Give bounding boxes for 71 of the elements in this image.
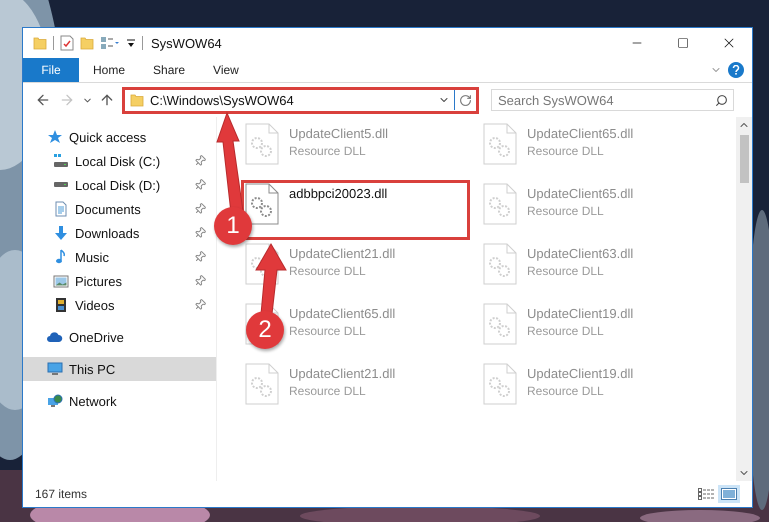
folder-icon [33,36,47,50]
ribbon-tab[interactable]: Share [139,58,200,82]
scrollbar[interactable] [736,117,752,481]
picture-icon [53,273,69,289]
details-view-icon[interactable] [698,488,716,500]
file-name: UpdateClient63.dll [527,246,634,261]
properties-icon[interactable] [60,35,74,51]
sidebar-item[interactable]: Local Disk (D:) [23,173,216,197]
sidebar-item[interactable]: Quick access [23,125,216,149]
dll-file-icon [483,243,517,285]
file-name: UpdateClient65.dll [527,186,634,201]
dll-file-icon [483,363,517,405]
refresh-icon[interactable] [459,94,472,106]
file-name: adbbpci20023.dll [289,186,388,201]
file-type: Resource DLL [527,264,605,278]
help-button[interactable] [728,62,744,78]
scroll-thumb[interactable] [740,135,748,183]
sidebar-item[interactable]: Local Disk (C:) [23,149,216,173]
file-tab[interactable]: File [23,58,79,82]
sidebar-item[interactable]: Videos [23,293,216,317]
sidebar-item[interactable]: Documents [23,197,216,221]
sidebar-item[interactable]: This PC [23,357,216,381]
ribbon-tab[interactable]: View [199,58,253,82]
star-icon [47,129,63,145]
dll-file-icon [245,123,279,165]
file-name: UpdateClient21.dll [289,366,396,381]
file-type: Resource DLL [289,144,367,158]
address-bar[interactable]: C:\Windows\SysWOW64 [122,86,479,114]
file-type: Resource DLL [527,324,605,338]
document-icon [53,201,69,217]
customize-icon[interactable] [100,36,120,50]
download-icon [53,225,69,241]
ribbon-tab[interactable]: Home [79,58,140,82]
drive-icon [53,153,69,169]
window-title: SysWOW64 [151,36,223,50]
file-name: UpdateClient19.dll [527,366,634,381]
file-name: UpdateClient65.dll [527,126,634,141]
network-icon [47,393,63,409]
sidebar-item[interactable]: Pictures [23,269,216,293]
file-type: Resource DLL [527,384,605,398]
new-folder-icon [80,36,94,50]
question-mark-icon[interactable] [732,65,740,75]
tiles-view-icon[interactable] [721,488,737,500]
arrow [255,243,287,314]
file-type: Resource DLL [289,384,367,398]
maximize-icon[interactable] [677,37,689,49]
file-type: Resource DLL [289,324,367,338]
film-icon [53,297,69,313]
file-name: UpdateClient5.dll [289,126,388,141]
sidebar-item[interactable]: OneDrive [23,325,216,349]
dll-file-icon [483,123,517,165]
file-name: UpdateClient21.dll [289,246,396,261]
file-type: Resource DLL [289,264,367,278]
dll-file-icon [245,183,279,225]
item-count: 167 items [35,487,88,501]
file-type: Resource DLL [527,204,605,218]
file-type: Resource DLL [527,144,605,158]
file-name: UpdateClient65.dll [289,306,396,321]
sidebar-item[interactable]: Downloads [23,221,216,245]
sidebar-item[interactable]: Network [23,389,216,413]
file-item[interactable]: adbbpci20023.dll [241,180,470,240]
dropdown-icon[interactable] [126,37,136,49]
file-name: UpdateClient19.dll [527,306,634,321]
drive-icon [53,182,69,188]
dll-file-icon [245,363,279,405]
computer-icon [47,361,63,377]
sidebar-item[interactable]: Music [23,245,216,269]
dll-file-icon [483,303,517,345]
dll-file-icon [483,183,517,225]
tiles-view-button[interactable] [718,485,740,503]
folder-icon [130,93,144,107]
